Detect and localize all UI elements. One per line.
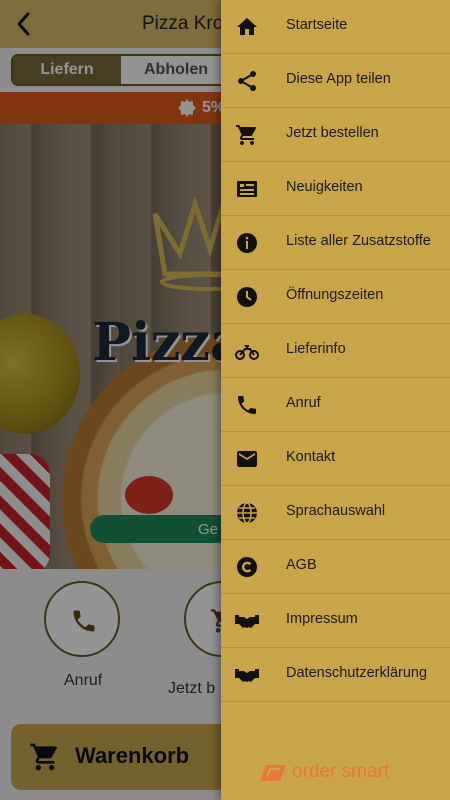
news-icon xyxy=(237,181,257,197)
globe-icon xyxy=(237,502,257,524)
menu-item-label: Lieferinfo xyxy=(286,341,346,357)
menu-item-label: Neuigkeiten xyxy=(286,179,363,195)
clock-icon xyxy=(237,287,257,307)
handshake-icon xyxy=(235,669,259,682)
menu-item-label: Impressum xyxy=(286,611,358,627)
menu-item-label: AGB xyxy=(286,557,317,573)
menu-item-call[interactable]: Anruf xyxy=(221,378,450,432)
cart-icon xyxy=(236,125,256,145)
copyright-icon xyxy=(237,557,257,577)
menu-item-additives[interactable]: Liste aller Zusatzstoffe xyxy=(221,216,450,270)
motorcycle-icon xyxy=(235,345,259,360)
menu-item-opening-hours[interactable]: Öffnungszeiten xyxy=(221,270,450,324)
menu-item-language[interactable]: Sprachauswahl xyxy=(221,486,450,540)
info-icon xyxy=(237,233,257,253)
menu-item-startseite[interactable]: Startseite xyxy=(221,0,450,54)
menu-item-label: Datenschutzerklärung xyxy=(286,665,428,681)
menu-item-label: Sprachauswahl xyxy=(286,503,386,519)
phone-icon xyxy=(238,396,256,414)
menu-item-news[interactable]: Neuigkeiten xyxy=(221,162,450,216)
menu-item-share-app[interactable]: Diese App teilen xyxy=(221,54,450,108)
menu-item-label: Anruf xyxy=(286,395,321,411)
menu-item-label: Kontakt xyxy=(286,449,336,465)
menu-item-imprint[interactable]: Impressum xyxy=(221,594,450,648)
menu-item-terms[interactable]: AGB xyxy=(221,540,450,594)
menu-item-delivery-info[interactable]: Lieferinfo xyxy=(221,324,450,378)
order-smart-logo-mark xyxy=(260,765,286,781)
menu-item-contact[interactable]: Kontakt xyxy=(221,432,450,486)
menu-item-label: Diese App teilen xyxy=(286,71,391,87)
brand-name: order smart xyxy=(292,761,390,782)
mail-icon xyxy=(237,451,257,467)
menu-item-label: Öffnungszeiten xyxy=(286,287,384,303)
menu-item-label: Startseite xyxy=(286,17,348,33)
menu-item-label: Liste aller Zusatzstoffe xyxy=(286,233,431,249)
menu-item-privacy[interactable]: Datenschutzerklärung xyxy=(221,648,450,702)
handshake-icon xyxy=(235,615,259,628)
menu-item-label: Jetzt bestellen xyxy=(286,125,379,141)
share-icon xyxy=(238,71,256,91)
order-smart-logo: order smart xyxy=(258,760,418,786)
menu-item-order-now[interactable]: Jetzt bestellen xyxy=(221,108,450,162)
navigation-drawer: Startseite Diese App teilen Jetzt bestel… xyxy=(221,0,450,800)
home-icon xyxy=(237,18,257,35)
